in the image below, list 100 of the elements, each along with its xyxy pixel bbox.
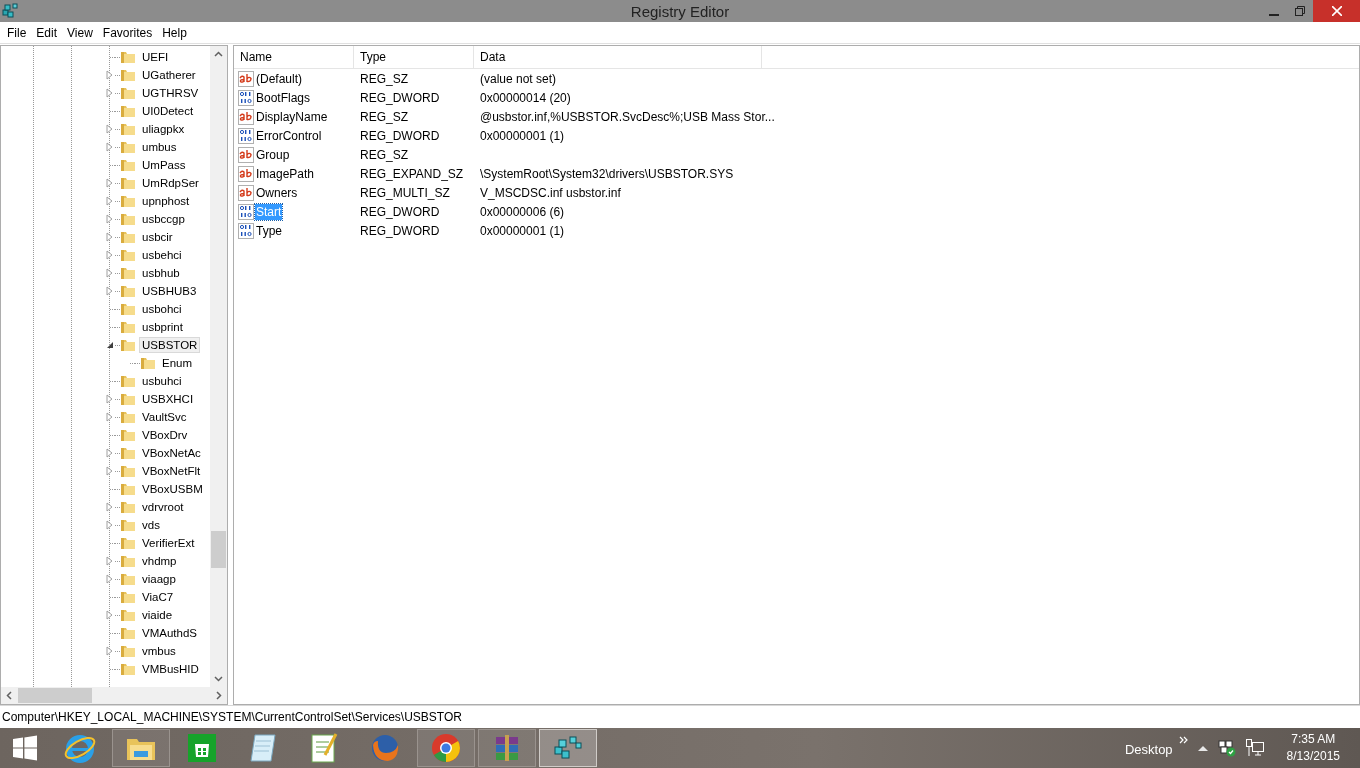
value-type: REG_SZ: [359, 71, 409, 86]
tree-item[interactable]: VerifierExt: [139, 535, 198, 551]
scrollbar-thumb[interactable]: [211, 531, 226, 568]
cubes-check-icon[interactable]: [1216, 738, 1237, 758]
tree-item[interactable]: UGatherer: [139, 67, 199, 83]
close-button[interactable]: [1313, 0, 1360, 22]
value-type: REG_MULTI_SZ: [359, 185, 451, 200]
tree-item[interactable]: usbehci: [139, 247, 185, 263]
menu-item[interactable]: View: [62, 25, 98, 40]
store-bag-icon: [185, 731, 219, 765]
value-name[interactable]: (Default): [255, 70, 303, 87]
folder-icon: [120, 139, 136, 155]
folder-icon: [120, 553, 136, 569]
tree-item[interactable]: usbhub: [139, 265, 183, 281]
taskbar-button[interactable]: [478, 729, 536, 767]
tree-item[interactable]: ViaC7: [139, 589, 177, 605]
value-type: REG_DWORD: [359, 90, 441, 105]
tree-item[interactable]: vdrvroot: [139, 499, 187, 515]
value-type: REG_DWORD: [359, 204, 441, 219]
string-value-icon: [238, 184, 254, 201]
tree-item[interactable]: uliagpkx: [139, 121, 188, 137]
horizontal-scrollbar[interactable]: [1, 687, 227, 704]
expand-arrow-icon[interactable]: [106, 646, 113, 656]
folder-icon: [120, 409, 136, 425]
clock[interactable]: 7:35 AM 8/13/2015: [1286, 731, 1340, 765]
folder-icon: [120, 445, 136, 461]
show-hidden-icons-icon[interactable]: [1196, 744, 1209, 752]
tree-item[interactable]: VBoxNetFlt: [139, 463, 204, 479]
value-name[interactable]: BootFlags: [255, 89, 312, 106]
tree-item[interactable]: viaide: [139, 607, 176, 623]
tree-item[interactable]: USBXHCI: [139, 391, 197, 407]
tree-item[interactable]: usbuhci: [139, 373, 185, 389]
tree-item[interactable]: VMAuthdS: [139, 625, 200, 641]
value-name[interactable]: ImagePath: [255, 165, 316, 182]
tree-item[interactable]: Enum: [159, 355, 196, 371]
column-header[interactable]: Type: [354, 46, 474, 68]
column-header[interactable]: Name: [234, 46, 354, 68]
tree-item[interactable]: USBHUB3: [139, 283, 200, 299]
tree-item[interactable]: viaagp: [139, 571, 179, 587]
value-name[interactable]: DisplayName: [255, 108, 329, 125]
value-data: @usbstor.inf,%USBSTOR.SvcDesc%;USB Mass Stor...: [479, 109, 775, 124]
scrollbar-thumb[interactable]: [18, 688, 92, 703]
tree-item[interactable]: VaultSvc: [139, 409, 190, 425]
expand-arrow-icon[interactable]: [106, 610, 113, 620]
value-data: \SystemRoot\System32\drivers\USBSTOR.SYS: [479, 166, 735, 181]
vertical-scrollbar[interactable]: [210, 46, 227, 687]
tree-item[interactable]: upnphost: [139, 193, 193, 209]
folder-icon: [120, 589, 136, 605]
folder-icon: [120, 517, 136, 533]
tree-item[interactable]: usbccgp: [139, 211, 188, 227]
binary-value-icon: [238, 203, 254, 220]
binary-value-icon: [238, 222, 254, 239]
menu-item[interactable]: Favorites: [97, 25, 158, 40]
value-data: 0x00000001 (1): [479, 128, 566, 143]
tree-item[interactable]: UEFI: [139, 49, 172, 65]
taskbar-button[interactable]: [417, 729, 475, 767]
network-icon[interactable]: [1244, 738, 1265, 758]
folder-icon: [120, 211, 136, 227]
tree-item[interactable]: usbohci: [139, 301, 185, 317]
menu-item[interactable]: Edit: [31, 25, 63, 40]
folder-icon: [120, 661, 136, 677]
tree-item[interactable]: usbprint: [139, 319, 186, 335]
value-data: V_MSCDSC.inf usbstor.inf: [479, 185, 622, 200]
window-title: Registry Editor: [629, 3, 731, 20]
tree-item[interactable]: USBSTOR: [139, 337, 201, 353]
menu-item[interactable]: Help: [157, 25, 192, 40]
value-type: REG_DWORD: [359, 223, 441, 238]
tree-item[interactable]: VMBusHID: [139, 661, 202, 677]
menu-item[interactable]: File: [2, 25, 32, 40]
value-name[interactable]: Type: [255, 222, 283, 239]
tree-item[interactable]: UmRdpSer: [139, 175, 202, 191]
tree-item[interactable]: VBoxDrv: [139, 427, 191, 443]
tree-item[interactable]: VBoxUSBM: [139, 481, 206, 497]
tree-item[interactable]: vhdmp: [139, 553, 180, 569]
value-name[interactable]: Group: [255, 146, 291, 163]
folder-icon: [120, 67, 136, 83]
chrome-circle-icon: [429, 731, 463, 765]
folder-icon: [120, 283, 136, 299]
tree-item[interactable]: vds: [139, 517, 163, 533]
column-header[interactable]: Data: [474, 46, 762, 68]
folder-icon: [120, 157, 136, 173]
value-data: 0x00000014 (20): [479, 90, 572, 105]
tree-item[interactable]: umbus: [139, 139, 180, 155]
tree-item[interactable]: usbcir: [139, 229, 176, 245]
value-name[interactable]: Owners: [255, 184, 299, 201]
folder-icon: [120, 301, 136, 317]
tree-item[interactable]: vmbus: [139, 643, 179, 659]
tree-item[interactable]: VBoxNetAc: [139, 445, 204, 461]
folder-icon: [120, 103, 136, 119]
taskbar-button[interactable]: [112, 729, 170, 767]
tree-item[interactable]: UGTHRSV: [139, 85, 202, 101]
tree-item[interactable]: UmPass: [139, 157, 189, 173]
chevron-icon[interactable]: [1178, 736, 1189, 744]
toolbar-label[interactable]: Desktop: [1124, 741, 1173, 757]
taskbar-button[interactable]: [539, 729, 597, 767]
tree-item[interactable]: UI0Detect: [139, 103, 197, 119]
folder-icon: [120, 391, 136, 407]
collapse-arrow-icon[interactable]: [107, 342, 113, 348]
folder-icon: [120, 607, 136, 623]
value-name[interactable]: ErrorControl: [255, 127, 323, 144]
